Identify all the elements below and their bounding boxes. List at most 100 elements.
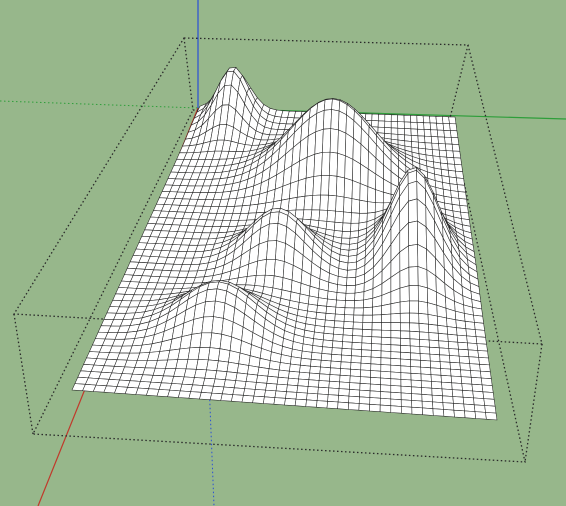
mesh-face[interactable] [307,295,319,306]
mesh-face[interactable] [329,151,338,177]
mesh-face[interactable] [285,391,298,400]
mesh-face[interactable] [444,143,454,152]
mesh-face[interactable] [323,332,334,342]
mesh-face[interactable] [380,343,392,352]
mesh-face[interactable] [408,220,418,247]
mesh-face[interactable] [332,340,343,349]
mesh-face[interactable] [360,356,372,365]
mesh-face[interactable] [262,396,276,405]
mesh-face[interactable] [304,176,315,197]
mesh-face[interactable] [345,132,354,160]
mesh-face[interactable] [328,175,338,197]
mesh-face[interactable] [397,121,405,129]
mesh-face[interactable] [290,356,302,366]
mesh-face[interactable] [185,359,199,370]
mesh-face[interactable] [347,254,358,264]
mesh-face[interactable] [450,375,463,384]
mesh-face[interactable] [400,330,411,340]
mesh-face[interactable] [462,396,475,406]
mesh-face[interactable] [349,382,361,391]
mesh-face[interactable] [469,363,481,372]
mesh-face[interactable] [327,394,339,403]
mesh-face[interactable] [441,116,450,124]
mesh-face[interactable] [449,355,461,364]
mesh-face[interactable] [348,389,361,398]
mesh-face[interactable] [377,120,386,128]
mesh-face[interactable] [353,307,364,316]
mesh-face[interactable] [353,299,364,309]
mesh-face[interactable] [416,122,425,130]
mesh-face[interactable] [359,383,371,392]
mesh-face[interactable] [458,348,470,357]
mesh-face[interactable] [167,389,181,398]
mesh-face[interactable] [390,330,401,339]
mesh-face[interactable] [478,357,490,366]
mesh-face[interactable] [339,374,351,383]
mesh-face[interactable] [306,386,319,395]
mesh-face[interactable] [397,127,405,136]
mesh-face[interactable] [400,392,412,401]
mesh-face[interactable] [473,404,486,413]
mesh-face[interactable] [342,334,353,343]
mesh-face[interactable] [340,354,352,363]
mesh-face[interactable] [350,362,362,371]
mesh-face[interactable] [417,285,428,303]
mesh-face[interactable] [348,402,360,411]
mesh-face[interactable] [449,130,459,138]
mesh-face[interactable] [421,387,433,396]
mesh-face[interactable] [390,127,399,135]
mesh-face[interactable] [274,390,287,399]
mesh-face[interactable] [333,320,345,329]
mesh-face[interactable] [218,348,231,363]
mesh-face[interactable] [380,350,392,359]
mesh-face[interactable] [452,396,465,405]
mesh-face[interactable] [266,375,279,385]
mesh-face[interactable] [416,115,424,123]
mesh-face[interactable] [341,348,353,356]
mesh-face[interactable] [322,128,332,153]
mesh-face[interactable] [439,361,451,370]
mesh-face[interactable] [353,314,364,323]
mesh-face[interactable] [214,288,228,304]
mesh-face[interactable] [410,366,422,375]
mesh-face[interactable] [400,337,411,347]
mesh-face[interactable] [307,379,320,388]
mesh-face[interactable] [312,175,322,196]
mesh-face[interactable] [424,135,433,144]
mesh-face[interactable] [359,183,369,202]
mesh-face[interactable] [379,404,392,413]
mesh-face[interactable] [449,362,461,371]
mesh-face[interactable] [201,316,214,334]
mesh-face[interactable] [236,276,248,286]
mesh-face[interactable] [361,335,373,344]
mesh-face[interactable] [337,401,349,410]
mesh-face[interactable] [326,298,337,308]
mesh-face[interactable] [367,186,376,203]
mesh-face[interactable] [462,390,474,399]
mesh-face[interactable] [430,374,442,383]
mesh-face[interactable] [384,127,392,135]
mesh-face[interactable] [418,141,426,150]
mesh-face[interactable] [342,222,352,232]
mesh-face[interactable] [351,180,361,201]
mesh-face[interactable] [481,384,494,393]
mesh-face[interactable] [409,300,419,314]
mesh-face[interactable] [214,370,228,380]
mesh-face[interactable] [369,390,381,399]
mesh-face[interactable] [408,244,419,268]
mesh-face[interactable] [381,303,392,315]
mesh-face[interactable] [221,317,234,338]
mesh-face[interactable] [226,361,240,374]
mesh-face[interactable] [268,211,280,225]
mesh-face[interactable] [371,314,382,323]
mesh-face[interactable] [371,120,379,128]
mesh-face[interactable] [453,403,465,412]
mesh-face[interactable] [351,198,361,214]
mesh-face[interactable] [454,164,463,173]
mesh-face[interactable] [324,319,335,328]
mesh-face[interactable] [377,126,385,134]
mesh-face[interactable] [202,377,216,387]
mesh-face[interactable] [421,394,433,403]
mesh-face[interactable] [451,389,464,398]
mesh-face[interactable] [400,322,411,332]
